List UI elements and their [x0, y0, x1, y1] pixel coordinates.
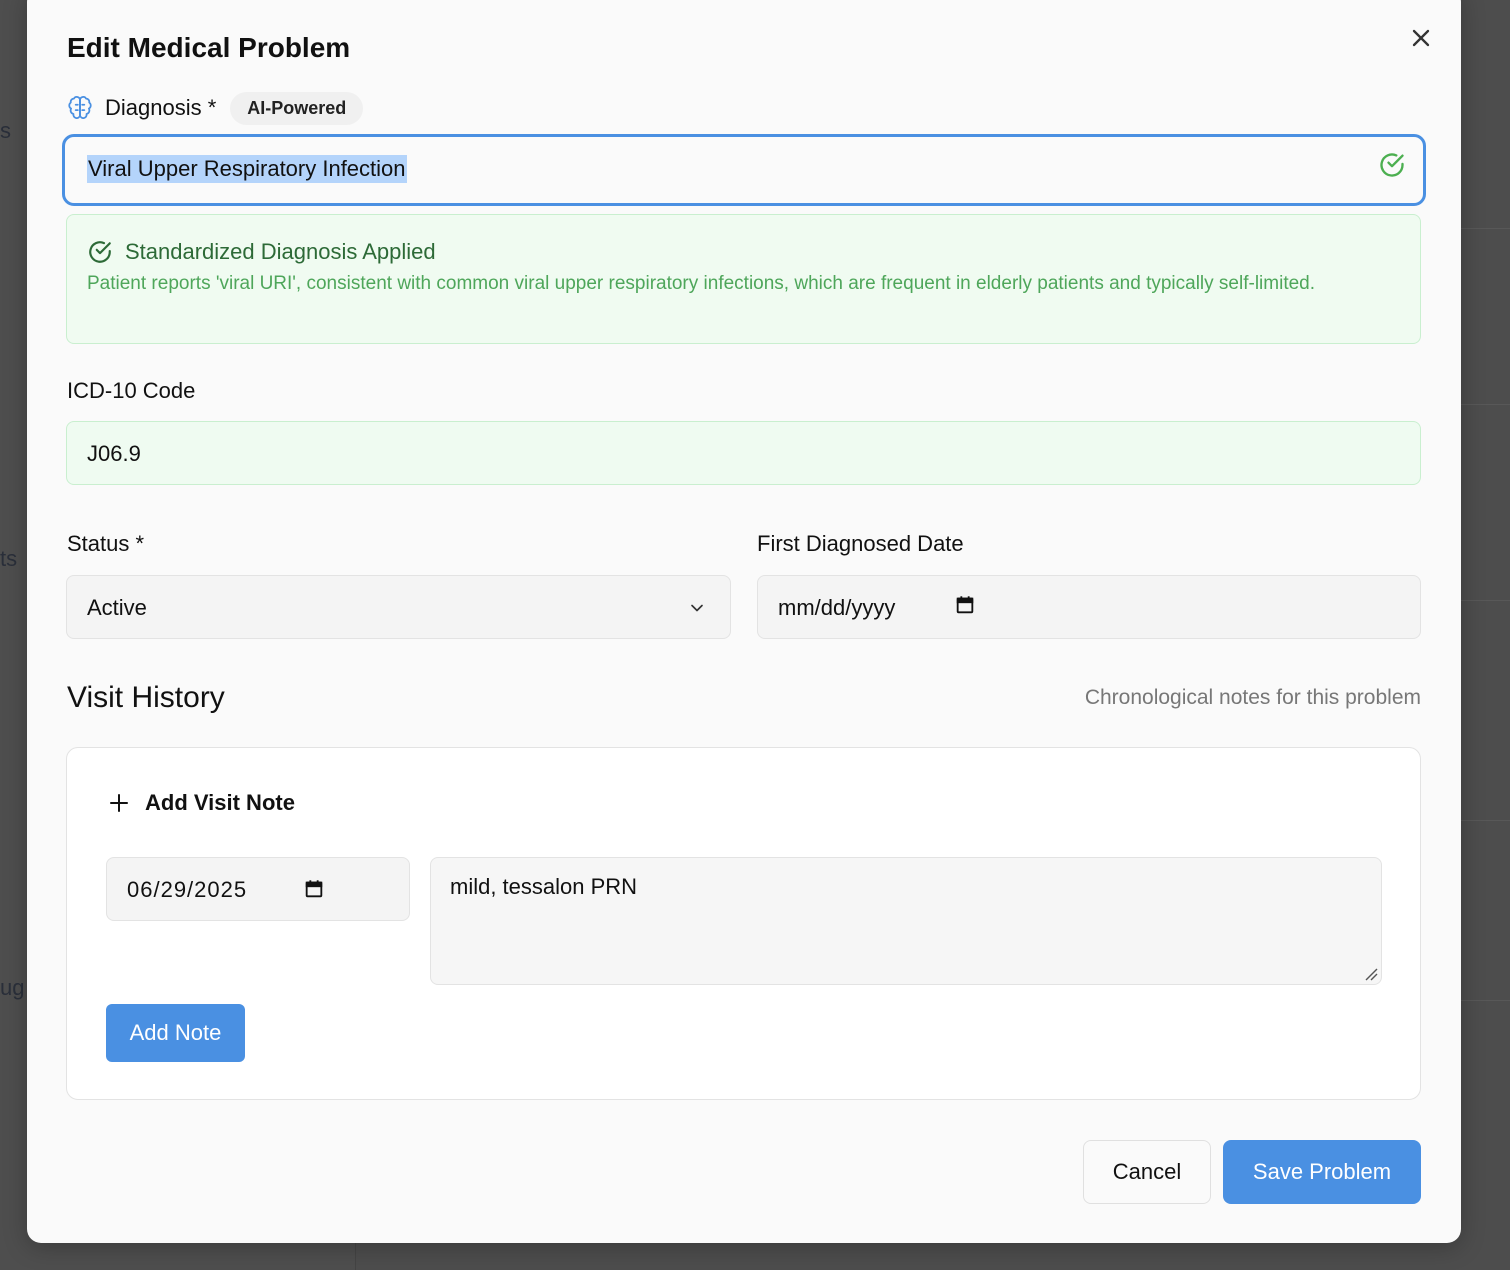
background-text-fragment: ug	[0, 975, 25, 1000]
visit-note-text: mild, tessalon PRN	[450, 874, 638, 899]
notice-title-row: Standardized Diagnosis Applied	[87, 239, 436, 265]
save-problem-button[interactable]: Save Problem	[1223, 1140, 1421, 1204]
resize-handle-icon[interactable]	[1363, 966, 1379, 982]
background-divider	[1460, 600, 1510, 601]
cancel-button[interactable]: Cancel	[1083, 1140, 1211, 1204]
ai-powered-badge: AI-Powered	[230, 91, 364, 125]
status-value: Active	[87, 595, 147, 620]
status-label: Status *	[67, 531, 145, 556]
icd-code-value: J06.9	[87, 441, 141, 466]
first-diagnosed-label: First Diagnosed Date	[757, 531, 964, 556]
icd-label: ICD-10 Code	[67, 378, 196, 403]
diagnosis-label-row: Diagnosis * AI-Powered	[67, 90, 364, 126]
visit-note-date-input[interactable]: 06/29/2025	[106, 857, 410, 921]
background-divider	[1460, 820, 1510, 821]
chevron-down-icon	[691, 604, 703, 612]
visit-note-date-value: 06/29/2025	[127, 877, 248, 902]
background-divider	[1460, 404, 1510, 405]
check-circle-icon	[1380, 153, 1404, 177]
notice-description: Patient reports 'viral URI', consistent …	[87, 273, 1316, 294]
visit-history-title: Visit History	[67, 681, 225, 714]
standardized-diagnosis-notice: Standardized Diagnosis Applied Patient r…	[66, 214, 1421, 344]
notice-title: Standardized Diagnosis Applied	[125, 239, 436, 264]
visit-history-card: Add Visit Note 06/29/2025 mild, tessalon…	[66, 747, 1421, 1100]
calendar-icon[interactable]	[954, 594, 976, 616]
plus-icon	[110, 794, 128, 812]
add-visit-note-label: Add Visit Note	[145, 790, 295, 815]
background-divider	[1460, 228, 1510, 229]
edit-problem-dialog: Edit Medical Problem Diagnosis * AI-Powe…	[27, 0, 1461, 1243]
diagnosis-label: Diagnosis *	[105, 95, 217, 120]
visit-note-textarea[interactable]: mild, tessalon PRN	[430, 857, 1382, 985]
brain-icon	[68, 96, 92, 119]
visit-history-subtitle: Chronological notes for this problem	[1084, 686, 1421, 709]
add-visit-note-header: Add Visit Note	[107, 790, 295, 816]
background-divider	[1460, 1000, 1510, 1001]
diagnosis-value: Viral Upper Respiratory Infection	[87, 155, 407, 183]
close-icon[interactable]	[1407, 24, 1435, 52]
first-diagnosed-placeholder: mm/dd/yyyy	[778, 595, 896, 620]
background-text-fragment: s	[0, 118, 11, 143]
add-note-button[interactable]: Add Note	[106, 1004, 245, 1062]
icd-code-input[interactable]: J06.9	[66, 421, 1421, 485]
first-diagnosed-date-input[interactable]: mm/dd/yyyy	[757, 575, 1421, 639]
check-circle-icon	[89, 241, 111, 263]
calendar-icon[interactable]	[303, 878, 325, 900]
dialog-title: Edit Medical Problem	[67, 32, 351, 63]
background-text-fragment: ts	[0, 546, 18, 571]
diagnosis-input[interactable]: Viral Upper Respiratory Infection	[62, 134, 1426, 206]
status-select[interactable]: Active	[66, 575, 731, 639]
